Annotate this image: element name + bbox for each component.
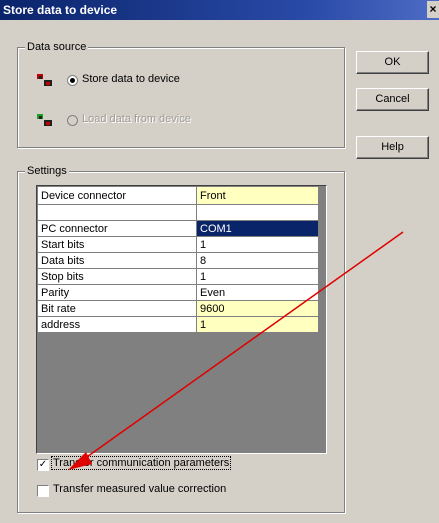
settings-key-cell: address: [37, 316, 197, 333]
transfer-value-correction-label[interactable]: Transfer measured value correction: [53, 483, 226, 495]
store-data-icon: [37, 74, 52, 86]
radio-selected-dot: [70, 78, 75, 83]
window-title: Store data to device: [3, 3, 118, 17]
settings-row[interactable]: Parity Even: [37, 284, 319, 301]
settings-row[interactable]: Data bits 8: [37, 252, 319, 269]
settings-key-cell: Stop bits: [37, 268, 197, 285]
settings-key-cell: Device connector: [37, 186, 197, 205]
settings-key-cell: Start bits: [37, 236, 197, 253]
settings-value-cell[interactable]: 9600: [196, 300, 319, 317]
settings-grid: Device connector Front PC connector COM1 Sta…: [36, 185, 327, 454]
store-data-radio[interactable]: [67, 75, 78, 86]
settings-row[interactable]: address 1: [37, 316, 319, 333]
settings-key-cell: [37, 204, 197, 221]
load-data-label[interactable]: Load data from device: [82, 113, 191, 125]
settings-row[interactable]: Start bits 1: [37, 236, 319, 253]
transfer-comm-params-label[interactable]: Transfer communication parameters: [50, 456, 232, 470]
settings-value-cell[interactable]: 8: [196, 252, 319, 269]
settings-key-cell: PC connector: [37, 220, 197, 237]
settings-value-cell[interactable]: 1: [196, 268, 319, 285]
help-button[interactable]: Help: [356, 136, 429, 159]
settings-row[interactable]: Stop bits 1: [37, 268, 319, 285]
settings-value-cell[interactable]: Front: [196, 186, 319, 205]
settings-table: Device connector Front PC connector COM1 Sta…: [37, 186, 319, 333]
settings-value-cell[interactable]: COM1: [196, 220, 319, 237]
transfer-value-correction-checkbox[interactable]: [37, 485, 49, 497]
store-data-label[interactable]: Store data to device: [82, 73, 180, 85]
transfer-comm-params-checkbox[interactable]: ✓: [37, 459, 49, 471]
cancel-button[interactable]: Cancel: [356, 88, 429, 111]
checkmark-icon: ✓: [38, 459, 48, 470]
load-data-icon: [37, 114, 52, 126]
settings-row[interactable]: Bit rate 9600: [37, 300, 319, 317]
data-source-group: Data source Store data to device Load da…: [17, 41, 345, 148]
ok-button[interactable]: OK: [356, 51, 429, 74]
settings-value-cell[interactable]: 1: [196, 316, 319, 333]
settings-legend: Settings: [25, 165, 69, 177]
load-data-radio[interactable]: [67, 115, 78, 126]
settings-value-cell[interactable]: [196, 204, 319, 221]
settings-value-cell[interactable]: 1: [196, 236, 319, 253]
data-source-legend: Data source: [25, 41, 89, 53]
close-icon[interactable]: ×: [427, 1, 439, 18]
settings-row[interactable]: [37, 204, 319, 221]
settings-key-cell: Data bits: [37, 252, 197, 269]
transfer-comm-params-text: Transfer communication parameters: [50, 456, 232, 470]
title-bar: Store data to device ×: [0, 0, 439, 20]
settings-value-cell[interactable]: Even: [196, 284, 319, 301]
settings-row[interactable]: Device connector Front: [37, 186, 319, 205]
settings-key-cell: Bit rate: [37, 300, 197, 317]
settings-key-cell: Parity: [37, 284, 197, 301]
settings-row[interactable]: PC connector COM1: [37, 220, 319, 237]
